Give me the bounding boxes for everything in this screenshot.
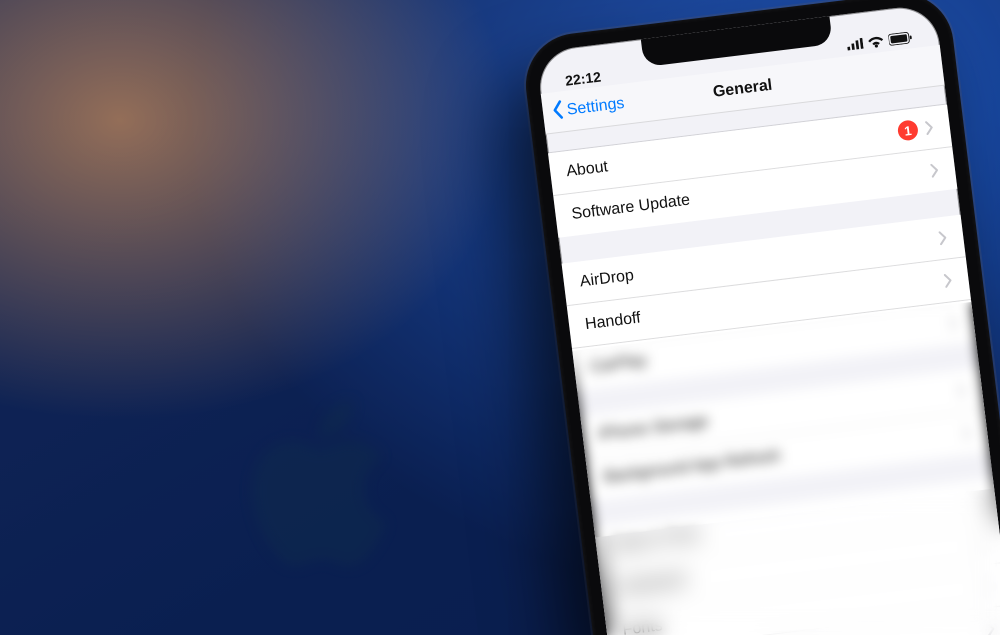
- wifi-icon: [867, 34, 885, 52]
- chevron-right-icon: [957, 383, 967, 398]
- row-label: AirDrop: [579, 267, 635, 291]
- chevron-right-icon: [976, 536, 986, 551]
- back-label: Settings: [566, 95, 626, 120]
- row-label: CarPlay: [589, 352, 648, 377]
- notification-badge: 1: [897, 119, 919, 141]
- back-button[interactable]: Settings: [542, 91, 626, 126]
- row-label: Background App Refresh: [603, 447, 782, 487]
- chevron-right-icon: [930, 163, 940, 178]
- battery-icon: [888, 30, 914, 49]
- chevron-right-icon: [962, 426, 972, 441]
- chevron-right-icon: [981, 579, 991, 594]
- row-label: Date & Time: [611, 526, 701, 555]
- status-time: 22:12: [564, 68, 601, 88]
- macbook-background: 22:12: [0, 0, 1000, 635]
- row-label: About: [565, 158, 609, 181]
- row-label: Keyboard: [616, 571, 686, 597]
- chevron-left-icon: [550, 99, 567, 126]
- chevron-right-icon: [925, 120, 935, 135]
- chevron-right-icon: [944, 273, 954, 288]
- row-label: iPhone Storage: [598, 413, 710, 444]
- settings-list: About 1 Software Update: [546, 86, 1000, 635]
- iphone-screen: 22:12: [536, 3, 1000, 635]
- apple-logo: [230, 385, 410, 585]
- chevron-right-icon: [938, 230, 948, 245]
- chevron-right-icon: [971, 493, 981, 508]
- cellular-signal-icon: [846, 36, 864, 54]
- chevron-right-icon: [949, 316, 959, 331]
- chevron-right-icon: [986, 622, 996, 635]
- row-label: Handoff: [584, 309, 642, 334]
- settings-group: iPhone Storage Background App Refresh: [580, 367, 989, 500]
- settings-group: Date & Time Keyboard Fonts Language: [594, 478, 1000, 635]
- settings-group: AirDrop Handoff CarPlay: [562, 215, 977, 391]
- row-label: Fonts: [622, 617, 664, 635]
- iphone-device-frame: 22:12: [520, 0, 1000, 635]
- row-label: Software Update: [571, 192, 691, 224]
